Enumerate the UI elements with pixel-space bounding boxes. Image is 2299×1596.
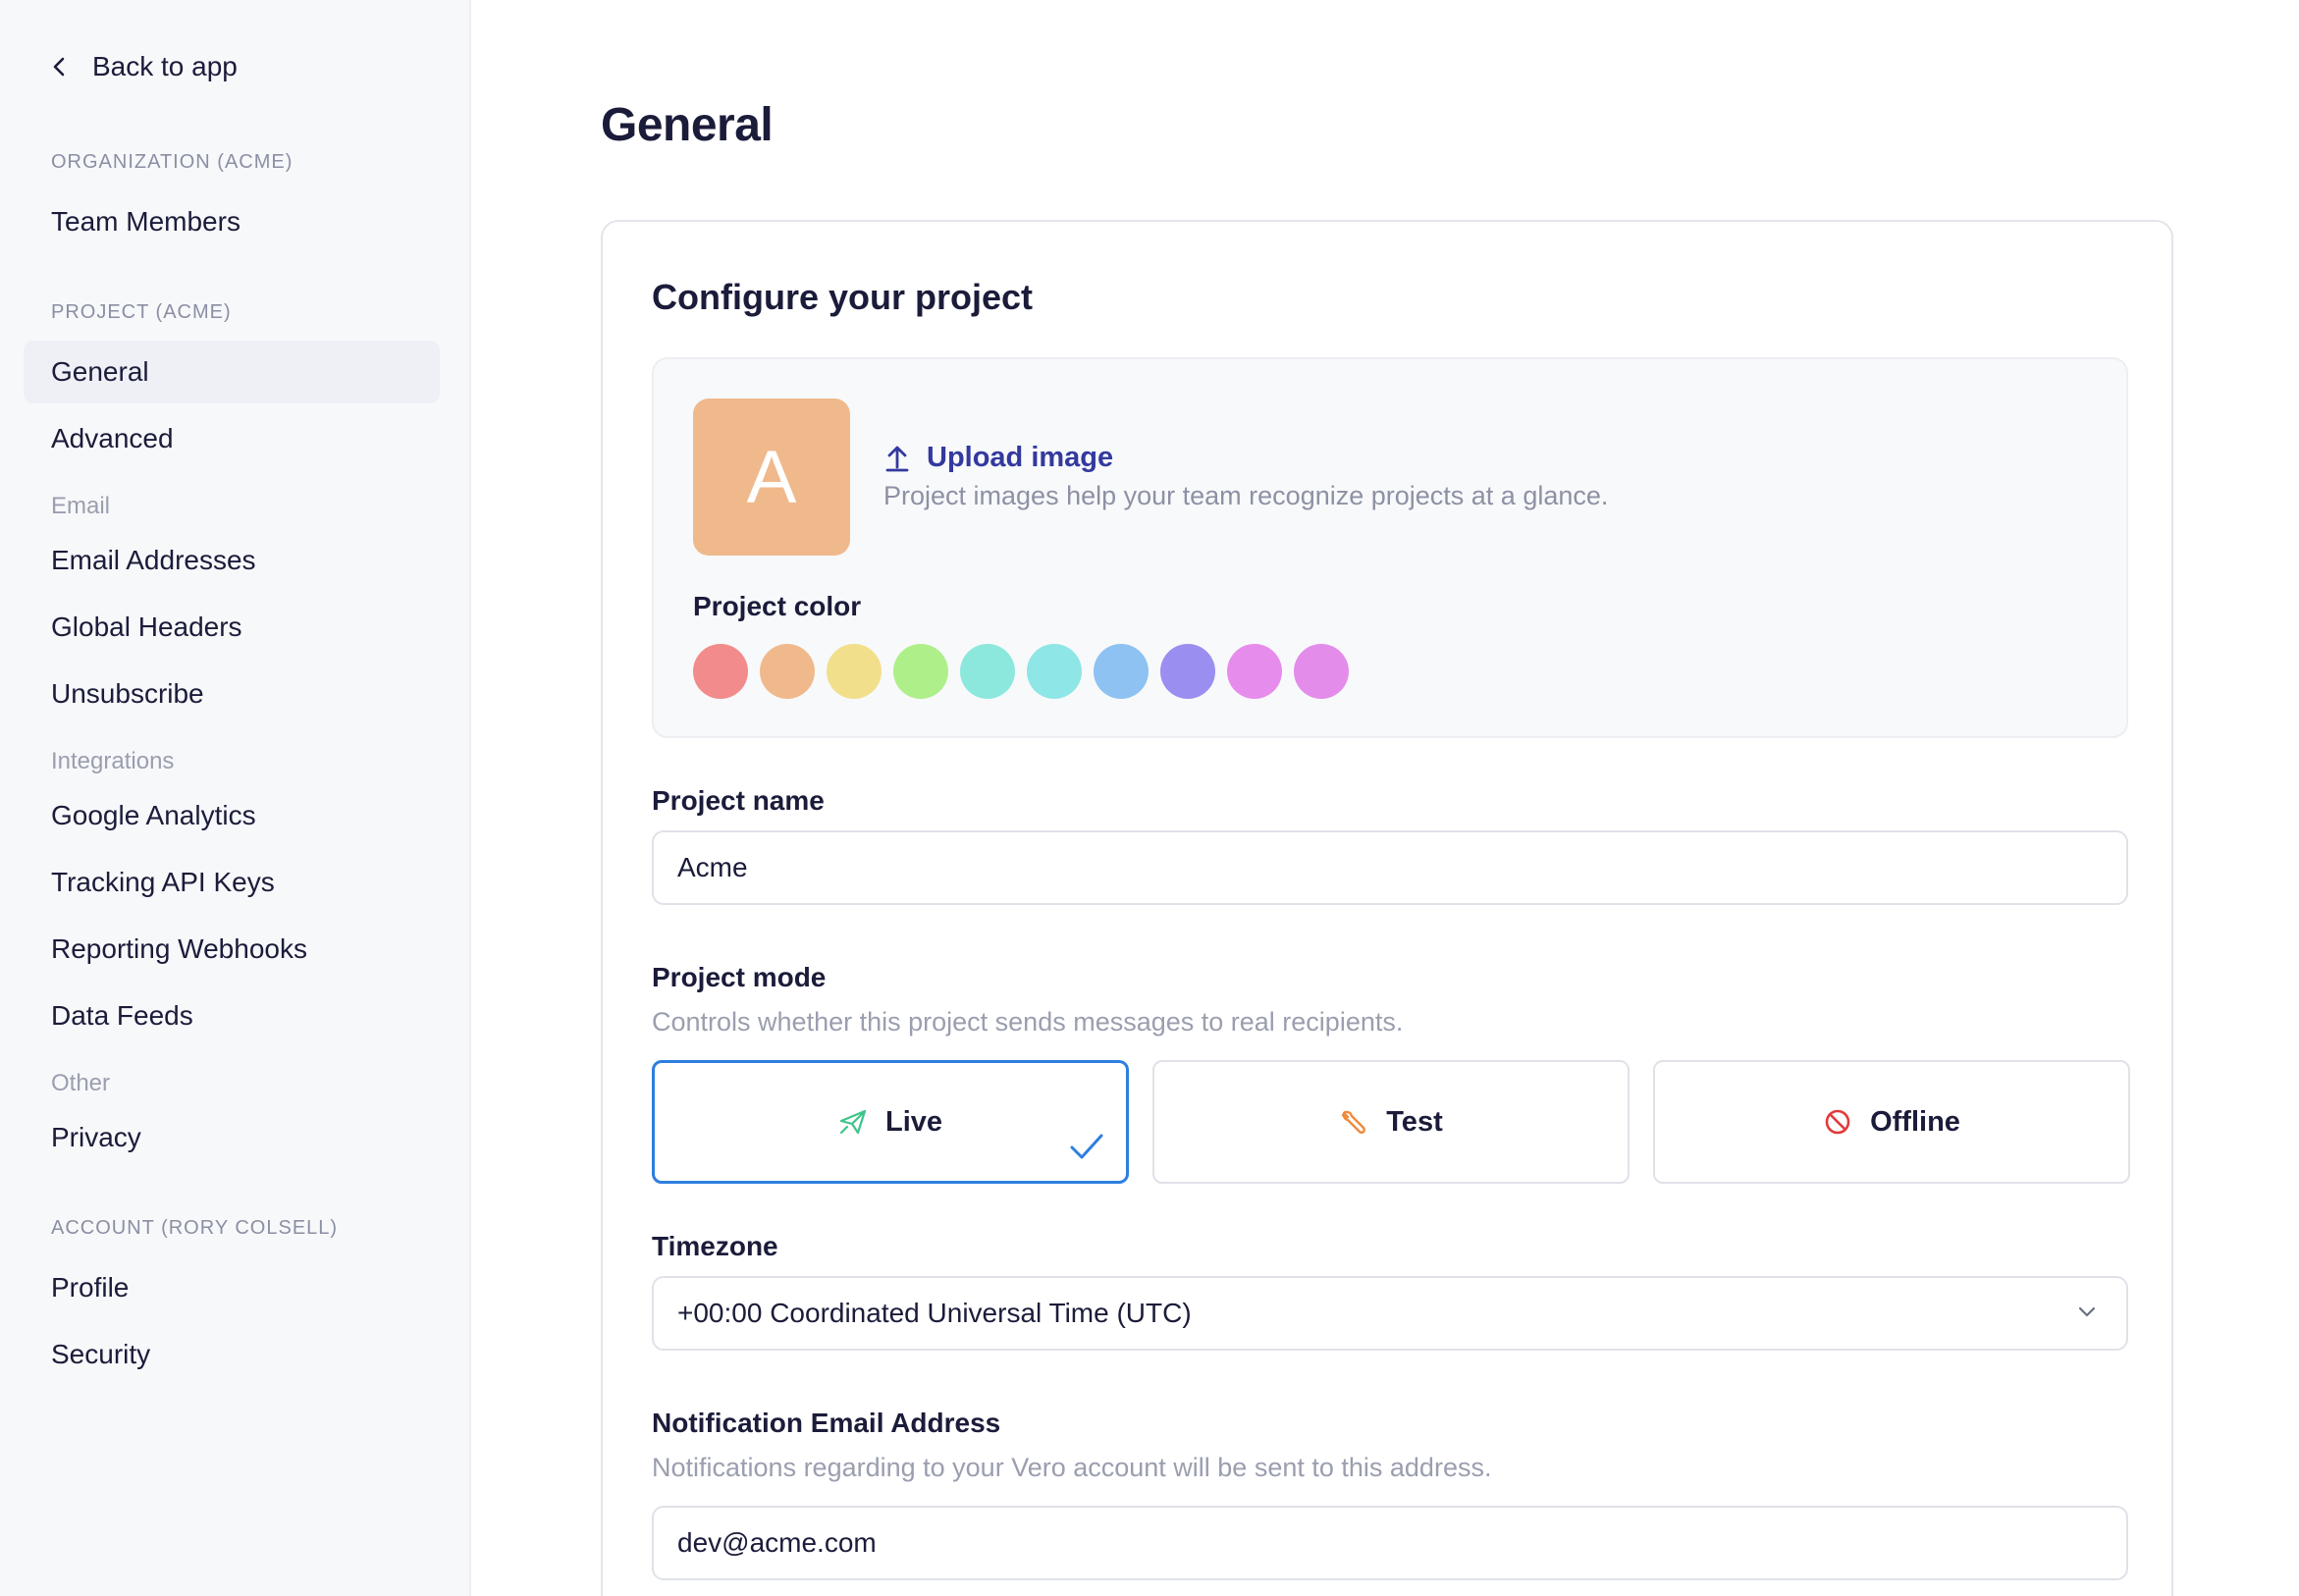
checkmark-icon xyxy=(1070,1134,1103,1159)
upload-image-button[interactable]: Upload image xyxy=(883,442,1113,474)
color-swatch[interactable] xyxy=(1027,644,1082,699)
color-swatch[interactable] xyxy=(960,644,1015,699)
color-swatch[interactable] xyxy=(827,644,882,699)
upload-image-label: Upload image xyxy=(927,442,1114,473)
email-heading: Email xyxy=(51,493,111,519)
chevron-down-icon xyxy=(2078,1306,2096,1317)
project-image-panel: A Upload image Project images help your … xyxy=(652,357,2128,738)
color-swatch[interactable] xyxy=(893,644,948,699)
sidebar-item-unsubscribe[interactable]: Unsubscribe xyxy=(24,663,440,725)
color-swatch[interactable] xyxy=(760,644,815,699)
main-content: General Configure your project A Upload … xyxy=(471,0,2299,1596)
prohibited-icon xyxy=(1825,1109,1850,1135)
settings-sidebar: Back to app ORGANIZATION (ACME) Team Mem… xyxy=(0,0,471,1596)
sidebar-item-tracking-api-keys[interactable]: Tracking API Keys xyxy=(24,851,440,914)
mode-option-offline[interactable]: Offline xyxy=(1653,1060,2130,1184)
other-heading: Other xyxy=(51,1070,111,1096)
wrench-icon xyxy=(1342,1110,1366,1134)
paper-plane-icon xyxy=(839,1109,867,1135)
notification-email-input[interactable] xyxy=(652,1506,2128,1580)
sidebar-item-global-headers[interactable]: Global Headers xyxy=(24,596,440,659)
sidebar-item-email-addresses[interactable]: Email Addresses xyxy=(24,529,440,592)
sidebar-item-security[interactable]: Security xyxy=(24,1323,440,1386)
upload-icon xyxy=(885,446,909,471)
sidebar-item-google-analytics[interactable]: Google Analytics xyxy=(24,784,440,847)
project-mode-label: Project mode xyxy=(652,962,827,992)
project-mode-help: Controls whether this project sends mess… xyxy=(652,1007,1404,1037)
organization-heading: ORGANIZATION (ACME) xyxy=(51,151,294,173)
color-swatch[interactable] xyxy=(1160,644,1215,699)
account-heading: ACCOUNT (RORY COLSELL) xyxy=(51,1217,339,1239)
timezone-select[interactable]: +00:00 Coordinated Universal Time (UTC) xyxy=(652,1276,2128,1351)
back-to-app-label: Back to app xyxy=(92,51,238,81)
chevron-left-icon xyxy=(53,57,65,77)
project-color-label: Project color xyxy=(693,591,862,621)
mode-label: Offline xyxy=(1870,1105,1960,1138)
timezone-value: +00:00 Coordinated Universal Time (UTC) xyxy=(677,1298,1192,1328)
sidebar-item-data-feeds[interactable]: Data Feeds xyxy=(24,984,440,1047)
notification-email-label: Notification Email Address xyxy=(652,1408,1001,1438)
color-swatches xyxy=(693,644,1349,699)
color-swatch[interactable] xyxy=(693,644,748,699)
card-title: Configure your project xyxy=(652,277,1034,317)
color-swatch[interactable] xyxy=(1227,644,1282,699)
project-heading: PROJECT (ACME) xyxy=(51,301,232,323)
upload-help-text: Project images help your team recognize … xyxy=(883,481,1609,510)
mode-option-test[interactable]: Test xyxy=(1152,1060,1630,1184)
sidebar-item-general[interactable]: General xyxy=(24,341,440,403)
sidebar-item-privacy[interactable]: Privacy xyxy=(24,1106,440,1169)
project-name-input[interactable] xyxy=(652,830,2128,905)
notification-email-help: Notifications regarding to your Vero acc… xyxy=(652,1453,1492,1482)
timezone-label: Timezone xyxy=(652,1231,778,1261)
mode-label: Test xyxy=(1386,1105,1443,1138)
page-title: General xyxy=(601,99,774,151)
project-avatar[interactable]: A xyxy=(693,399,850,556)
sidebar-item-team-members[interactable]: Team Members xyxy=(24,190,440,253)
integrations-heading: Integrations xyxy=(51,748,175,774)
configure-project-card: Configure your project A Upload image Pr… xyxy=(601,220,2173,1596)
project-mode-options: Live Test Offline xyxy=(652,1060,2130,1184)
sidebar-item-reporting-webhooks[interactable]: Reporting Webhooks xyxy=(24,918,440,981)
sidebar-item-profile[interactable]: Profile xyxy=(24,1256,440,1319)
sidebar-item-advanced[interactable]: Advanced xyxy=(24,407,440,470)
color-swatch[interactable] xyxy=(1294,644,1349,699)
mode-label: Live xyxy=(884,1105,943,1138)
back-to-app-link[interactable]: Back to app xyxy=(49,51,238,82)
mode-option-live[interactable]: Live xyxy=(652,1060,1129,1184)
color-swatch[interactable] xyxy=(1094,644,1149,699)
project-name-label: Project name xyxy=(652,785,825,816)
